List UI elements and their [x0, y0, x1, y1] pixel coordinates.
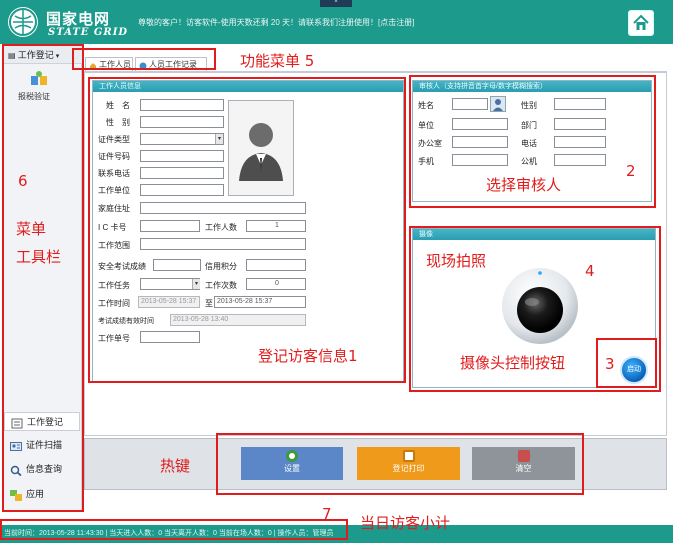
annotation-daily-summary: 当日访客小计	[360, 514, 451, 532]
annotation-num-2: 2	[626, 162, 636, 180]
annotation-select-reviewer: 选择审核人	[486, 176, 562, 194]
annotation-live-photo: 现场拍照	[426, 252, 487, 270]
home-button[interactable]	[628, 10, 654, 36]
annotation-box-sidebar	[2, 44, 84, 512]
collapse-header-toggle[interactable]: ^	[320, 0, 352, 7]
home-icon	[633, 14, 649, 30]
state-grid-logo-icon	[8, 7, 38, 37]
annotation-num-3: 3	[605, 355, 615, 373]
annotation-box-daily-summary	[0, 519, 348, 540]
annotation-box-visitor-info	[88, 77, 406, 383]
annotation-func-menu: 功能菜单 5	[240, 52, 315, 70]
annotation-camera-control: 摄像头控制按钮	[460, 354, 566, 372]
annotation-box-func-menu	[72, 48, 216, 70]
logo-text-cn: 国家电网	[46, 10, 111, 28]
annotation-num-6: 6	[18, 172, 28, 190]
annotation-num-7: 7	[322, 505, 332, 523]
logo-text-en: STATE GRID	[48, 27, 129, 38]
annotation-menu-line1: 菜单	[16, 220, 47, 238]
annotation-box-hotkeys	[216, 433, 584, 495]
annotation-num-4: 4	[585, 262, 595, 280]
annotation-hotkey: 热键	[160, 457, 191, 475]
annotation-visitor-info: 登记访客信息1	[258, 347, 358, 365]
annotation-menu-line2: 工具栏	[16, 248, 62, 266]
trial-message[interactable]: 尊敬的客户！访客软件-使用天数还剩 20 天！请联系我们注册使用！[点击注册]	[138, 17, 414, 28]
